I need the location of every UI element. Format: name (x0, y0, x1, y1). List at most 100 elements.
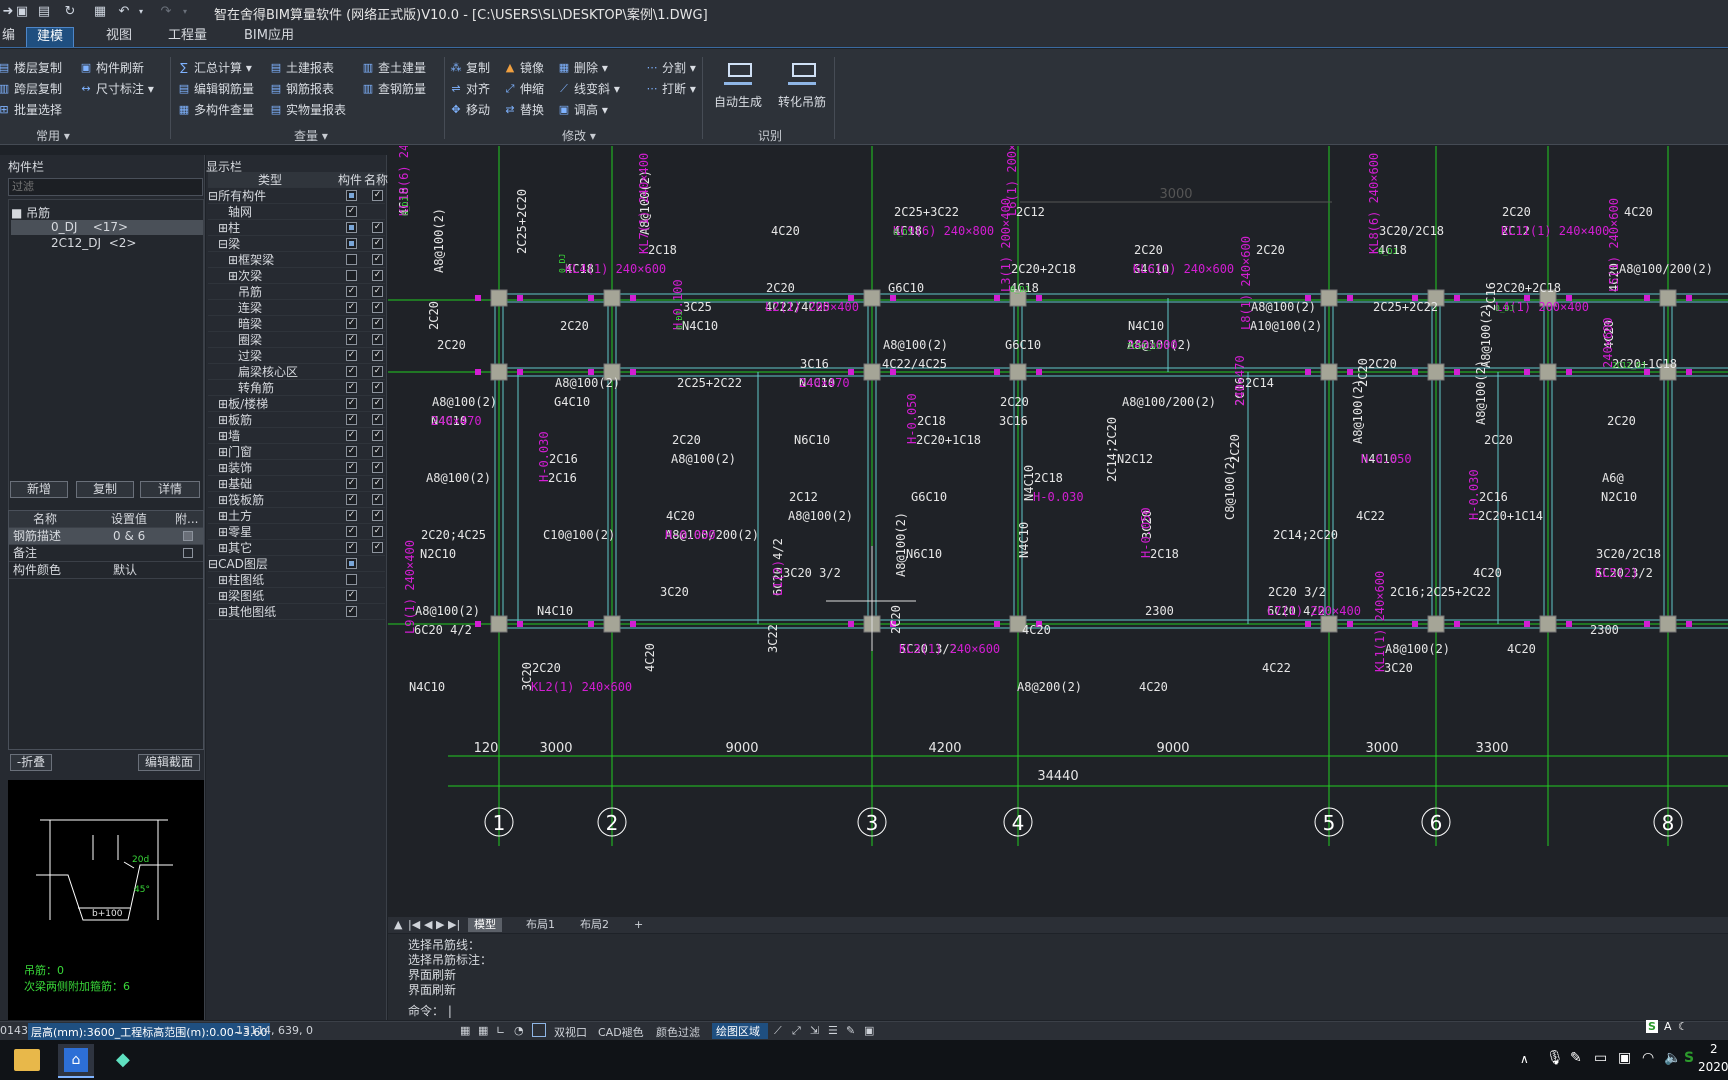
rebar-annotation[interactable]: 2C12 (1016, 205, 1045, 219)
tree-item-2c12-dj[interactable]: 2C12_DJ <2> (11, 236, 136, 250)
rebar-annotation[interactable]: N6C10 (906, 547, 942, 561)
hanger-mark[interactable] (1347, 621, 1353, 627)
name-checkbox[interactable]: ✓ (372, 190, 383, 201)
detail-button[interactable]: 详情 (140, 481, 200, 498)
beam-annotation[interactable]: KL1(1) 240×600 (1373, 571, 1387, 672)
display-row[interactable]: ⊞门窗 ✓ ✓ (208, 444, 385, 460)
rebar-annotation[interactable]: 3C20/2C18 (1596, 547, 1661, 561)
ime-moon-icon[interactable]: ☾ (1678, 1020, 1688, 1033)
name-checkbox[interactable]: ✓ (372, 334, 383, 345)
axis-label[interactable]: 6 (1430, 811, 1443, 835)
dual-viewport-toggle[interactable]: 双视口 (554, 1024, 587, 1040)
collapse-icon[interactable]: ⊟ (208, 189, 218, 203)
tab-layout2[interactable]: 布局2 (574, 918, 615, 932)
summary-calc-button[interactable]: ∑ 汇总计算 ▾ (178, 59, 252, 77)
name-checkbox[interactable]: ✓ (372, 318, 383, 329)
property-row-note[interactable]: 备注 (9, 545, 203, 562)
battery-icon[interactable]: ▭ (1594, 1050, 1607, 1066)
visible-checkbox[interactable]: ✓ (346, 366, 357, 377)
rebar-annotation[interactable]: 6C20 4/2 (414, 623, 472, 637)
visible-checkbox[interactable] (346, 558, 357, 569)
column-block[interactable] (863, 363, 881, 381)
rebar-annotation[interactable]: 2C25+2C22 (1373, 300, 1438, 314)
tool-icon-1[interactable]: ⟋ (774, 1024, 782, 1038)
floor-copy-button[interactable]: ▤ 楼层复制 (0, 59, 62, 77)
rebar-annotation[interactable]: A8@100(2) (415, 604, 480, 618)
beam-annotation[interactable]: L7(1) 200×400 (1267, 604, 1361, 618)
rebar-annotation[interactable]: 2C20 (427, 301, 441, 330)
expand-icon[interactable]: ⊞ (228, 253, 238, 267)
draw-area-button[interactable]: 绘图区域 (712, 1023, 768, 1039)
expand-icon[interactable]: ⊞ (218, 221, 228, 235)
rebar-annotation[interactable]: 2C25+3C22 (894, 205, 959, 219)
axis-label[interactable]: 8 (1662, 811, 1675, 835)
visible-checkbox[interactable]: ✓ (346, 286, 357, 297)
microphone-icon[interactable]: 🎙 (1546, 1050, 1564, 1066)
beam-annotation[interactable]: KL5(2) (1595, 566, 1638, 580)
name-checkbox[interactable]: ✓ (372, 366, 383, 377)
rebar-annotation[interactable]: 2C25+2C22 (677, 376, 742, 390)
name-checkbox[interactable]: ✓ (372, 462, 383, 473)
span-dimension[interactable]: 9000 (1156, 741, 1189, 756)
tool-icon-5[interactable]: ✎ (846, 1024, 855, 1037)
display-row[interactable]: ⊞板筋 ✓ ✓ (208, 412, 385, 428)
top-dimension[interactable]: 3000 (1159, 187, 1192, 202)
visible-checkbox[interactable]: ✓ (346, 302, 357, 313)
rebar-annotation[interactable]: A10@100(2) (1250, 319, 1322, 333)
rebar-annotation[interactable]: 2C20 (766, 281, 795, 295)
name-checkbox[interactable]: ✓ (372, 302, 383, 313)
cad-icon[interactable]: ▦ (92, 4, 108, 20)
rebar-annotation[interactable]: G4C10 (554, 395, 590, 409)
beam-annotation[interactable]: L8(1) 240×600 (1239, 236, 1253, 330)
clock-time[interactable]: 2 (1710, 1042, 1718, 1056)
expand-icon[interactable]: ⊞ (218, 493, 228, 507)
column-block[interactable] (1539, 615, 1557, 633)
rebar-annotation[interactable]: A8@100(2) (1351, 379, 1365, 444)
rebar-annotation[interactable]: 2C20 (437, 338, 466, 352)
column-block[interactable] (1659, 289, 1677, 307)
visible-checkbox[interactable] (346, 254, 357, 265)
expand-icon[interactable]: ⊞ (218, 589, 228, 603)
axis-label[interactable]: 4 (1012, 811, 1025, 835)
name-checkbox[interactable]: ✓ (372, 526, 383, 537)
beam-annotation[interactable]: KL4(1) 240×600 (565, 262, 666, 276)
hanger-mark[interactable] (890, 295, 896, 301)
rebar-annotation[interactable]: N4C10 (1128, 319, 1164, 333)
hanger-mark[interactable] (848, 621, 854, 627)
beam-annotation[interactable]: L9(1) 240×400 (403, 540, 417, 634)
hanger-mark[interactable] (994, 369, 1000, 375)
expand-icon[interactable]: ⊞ (218, 541, 228, 555)
rebar-annotation[interactable]: 2C14;2C20 (1105, 417, 1119, 482)
display-row[interactable]: ⊞板/楼梯 ✓ ✓ (208, 396, 385, 412)
rebar-annotation[interactable]: 2C18 (648, 243, 677, 257)
display-row[interactable]: ⊞墙 ✓ ✓ (208, 428, 385, 444)
beam-annotation[interactable]: H-0.050 (905, 393, 919, 444)
hanger-tag[interactable]: 0_DJ (1378, 247, 1397, 256)
visible-checkbox[interactable]: ✓ (346, 350, 357, 361)
visible-checkbox[interactable]: ✓ (346, 446, 357, 457)
grid-icon[interactable]: ▦ (460, 1024, 470, 1037)
rebar-annotation[interactable]: 2C20 (889, 605, 903, 634)
display-row[interactable]: 吊筋 ✓ ✓ (208, 284, 385, 300)
hanger-mark[interactable] (588, 369, 594, 375)
expand-icon[interactable]: ⊞ (218, 461, 228, 475)
tab-quantity[interactable]: 工程量 (158, 27, 217, 47)
tool-icon-2[interactable]: ⤢ (792, 1024, 801, 1038)
property-row-rebar-desc[interactable]: 钢筋描述 0 & 6 (9, 528, 203, 545)
display-row[interactable]: 转角筋 ✓ ✓ (208, 380, 385, 396)
rebar-annotation[interactable]: A8@200(2) (1017, 680, 1082, 694)
rebar-annotation[interactable]: 2C12 (789, 490, 818, 504)
rebar-annotation[interactable]: 2C20 (1484, 433, 1513, 447)
rebar-annotation[interactable]: 2C14 (1245, 376, 1274, 390)
visible-checkbox[interactable]: ✓ (346, 606, 357, 617)
collapse-icon[interactable]: ⊟ (218, 237, 228, 251)
hanger-mark[interactable] (1412, 369, 1418, 375)
rebar-annotation[interactable]: 2C20;4C25 (421, 528, 486, 542)
hanger-tag[interactable]: 0_DJ (1495, 304, 1514, 313)
axis-label[interactable]: 3 (866, 811, 879, 835)
clock-date[interactable]: 2020 (1698, 1060, 1728, 1074)
hanger-mark[interactable] (1686, 621, 1692, 627)
name-checkbox[interactable]: ✓ (372, 430, 383, 441)
column-block[interactable] (1320, 615, 1338, 633)
column-block[interactable] (1320, 363, 1338, 381)
